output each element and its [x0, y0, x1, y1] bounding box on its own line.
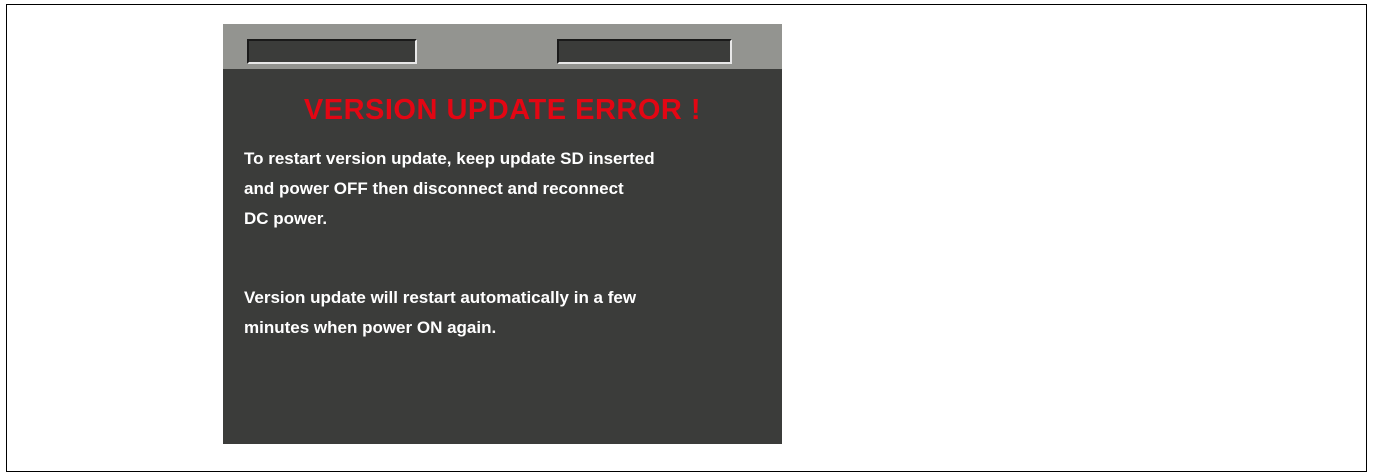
status-field-right	[557, 39, 732, 64]
message-line: and power OFF then disconnect and reconn…	[244, 179, 624, 198]
restart-instructions: To restart version update, keep update S…	[244, 144, 764, 234]
message-line: DC power.	[244, 209, 328, 228]
screen-top-bar	[223, 24, 782, 69]
message-line: minutes when power ON again.	[244, 318, 497, 337]
error-title: VERSION UPDATE ERROR !	[303, 94, 702, 126]
message-line: Version update will restart automaticall…	[244, 288, 637, 307]
status-field-left	[247, 39, 417, 64]
message-line: To restart version update, keep update S…	[244, 149, 655, 168]
auto-restart-note: Version update will restart automaticall…	[244, 283, 764, 343]
device-screen: VERSION UPDATE ERROR ! To restart versio…	[223, 24, 782, 444]
